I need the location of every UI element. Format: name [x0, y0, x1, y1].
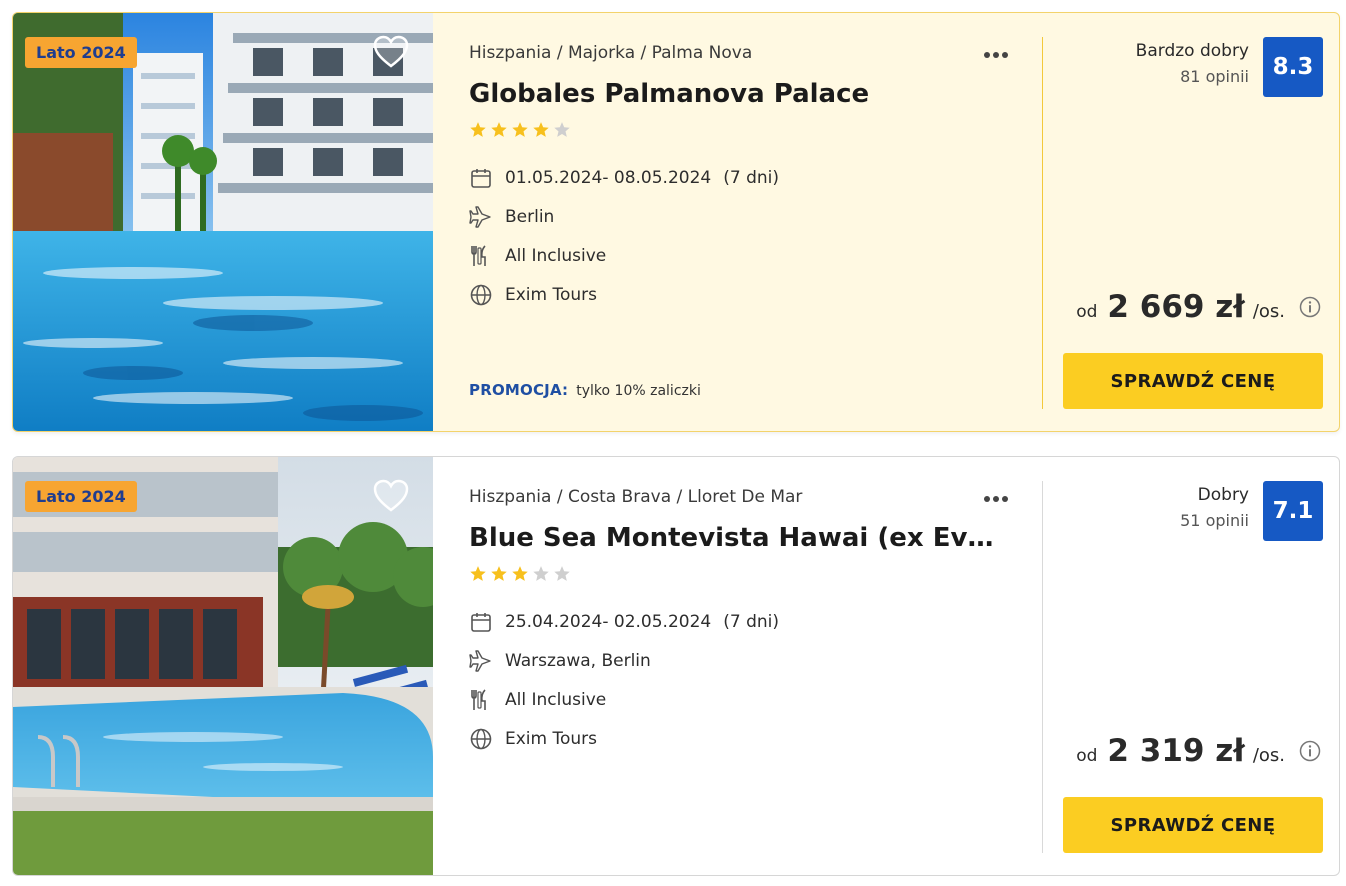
divider	[1042, 37, 1043, 409]
operator-row: Exim Tours	[469, 726, 597, 752]
board: All Inclusive	[505, 690, 607, 710]
operator: Exim Tours	[505, 285, 598, 305]
check-price-button[interactable]: SPRAWDŹ CENĘ	[1063, 797, 1323, 853]
info-icon[interactable]	[1299, 740, 1321, 762]
hotel-photo[interactable]: Lato 2024	[13, 13, 433, 431]
rating-score: 8.3	[1263, 37, 1323, 97]
departure: Berlin	[505, 207, 555, 227]
star-filled-icon	[470, 122, 486, 137]
hotel-name[interactable]: Globales Palmanova Palace	[469, 79, 999, 109]
offer-info: Hiszpania / Costa Brava / Lloret De Mar …	[469, 457, 1029, 875]
star-rating	[469, 121, 574, 141]
duration: (7 dni)	[723, 168, 779, 188]
plane-icon	[469, 650, 491, 672]
date-row: 01.05.2024- 08.05.2024 (7 dni)	[469, 165, 779, 191]
offer-card[interactable]: Lato 2024 Hiszpania / Costa Brava / Llor…	[12, 456, 1340, 876]
departure: Warszawa, Berlin	[505, 651, 651, 671]
star-filled-icon	[512, 566, 528, 581]
info-icon[interactable]	[1299, 296, 1321, 318]
rating-reviews[interactable]: 51 opinii	[1180, 511, 1249, 530]
hotel-name[interactable]: Blue Sea Montevista Hawai (ex Evenia Mon…	[469, 523, 999, 553]
promo-text: tylko 10% zaliczki	[576, 383, 701, 399]
operator-row: Exim Tours	[469, 282, 597, 308]
price-suffix: /os.	[1252, 301, 1285, 322]
rating-label: Bardzo dobry	[1135, 41, 1249, 61]
dates: 01.05.2024- 08.05.2024	[505, 168, 712, 188]
breadcrumb[interactable]: Hiszpania / Costa Brava / Lloret De Mar	[469, 487, 802, 507]
star-filled-icon	[491, 566, 507, 581]
star-empty-icon	[554, 566, 570, 581]
heart-icon[interactable]	[373, 35, 409, 69]
offer-info: Hiszpania / Majorka / Palma Nova Globale…	[469, 13, 1029, 431]
price-value: 2 319 zł	[1107, 733, 1245, 769]
departure-row: Warszawa, Berlin	[469, 648, 651, 674]
star-empty-icon	[554, 122, 570, 137]
rating-score: 7.1	[1263, 481, 1323, 541]
cutlery-icon	[471, 245, 486, 266]
duration: (7 dni)	[723, 612, 779, 632]
star-filled-icon	[491, 122, 507, 137]
board-row: All Inclusive	[469, 687, 606, 713]
departure-row: Berlin	[469, 204, 554, 230]
rating-summary: Bardzo dobry 81 opinii	[1136, 41, 1249, 86]
promo-line: PROMOCJA: tylko 10% zaliczki	[469, 381, 701, 399]
hotel-photo[interactable]: Lato 2024	[13, 457, 433, 875]
promo-label: PROMOCJA:	[469, 381, 569, 399]
breadcrumb[interactable]: Hiszpania / Majorka / Palma Nova	[469, 43, 752, 63]
board: All Inclusive	[505, 246, 607, 266]
season-badge: Lato 2024	[25, 481, 137, 512]
star-filled-icon	[512, 122, 528, 137]
more-icon[interactable]	[984, 43, 1018, 63]
more-icon[interactable]	[984, 487, 1018, 507]
price: od 2 669 zł /os.	[1076, 289, 1321, 325]
cutlery-icon	[471, 689, 486, 710]
check-price-button[interactable]: SPRAWDŹ CENĘ	[1063, 353, 1323, 409]
star-empty-icon	[533, 566, 549, 581]
calendar-icon	[471, 613, 491, 632]
operator: Exim Tours	[505, 729, 598, 749]
plane-icon	[469, 206, 491, 228]
calendar-icon	[471, 169, 491, 188]
dates: 25.04.2024- 02.05.2024	[505, 612, 712, 632]
divider	[1042, 481, 1043, 853]
globe-icon	[470, 728, 492, 750]
price-prefix: od	[1076, 746, 1098, 766]
heart-icon[interactable]	[373, 479, 409, 513]
rating-summary: Dobry 51 opinii	[1180, 485, 1249, 530]
price-prefix: od	[1076, 302, 1098, 322]
season-badge: Lato 2024	[25, 37, 137, 68]
price-value: 2 669 zł	[1107, 289, 1245, 325]
star-filled-icon	[470, 566, 486, 581]
star-rating	[469, 565, 574, 585]
board-row: All Inclusive	[469, 243, 606, 269]
star-filled-icon	[533, 122, 549, 137]
rating-label: Dobry	[1197, 485, 1249, 505]
date-row: 25.04.2024- 02.05.2024 (7 dni)	[469, 609, 779, 635]
offer-card[interactable]: Lato 2024 Hiszpania / Majorka / Palma No…	[12, 12, 1340, 432]
globe-icon	[470, 284, 492, 306]
price: od 2 319 zł /os.	[1076, 733, 1321, 769]
rating-reviews[interactable]: 81 opinii	[1136, 67, 1249, 86]
price-suffix: /os.	[1252, 745, 1285, 766]
